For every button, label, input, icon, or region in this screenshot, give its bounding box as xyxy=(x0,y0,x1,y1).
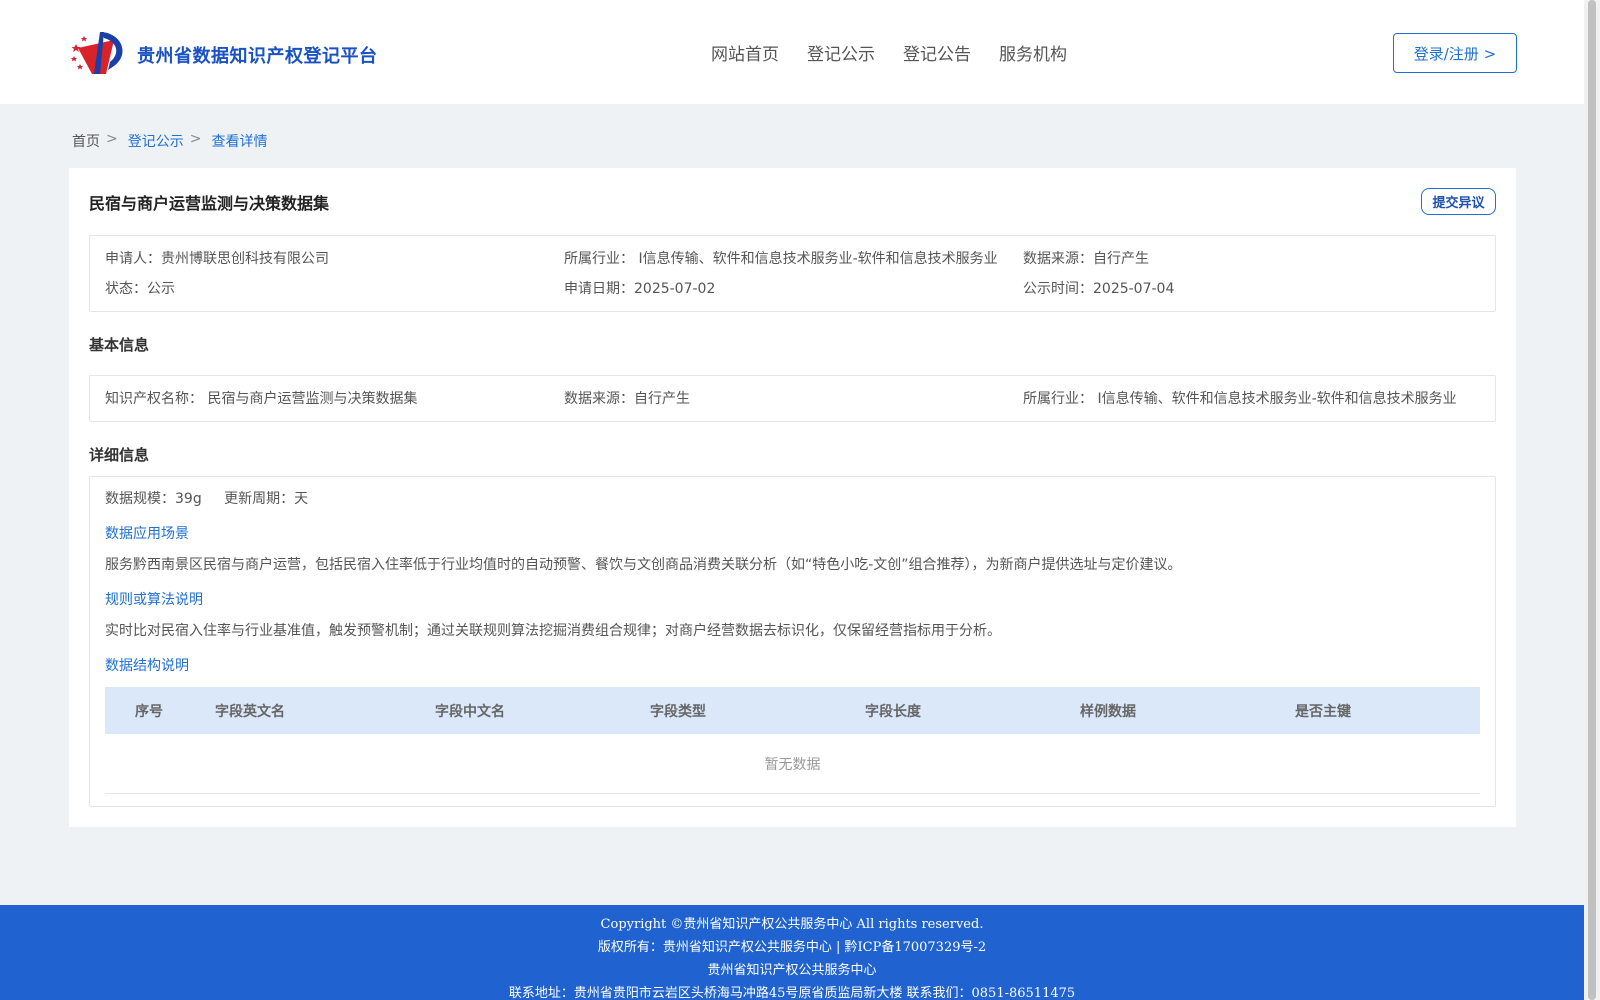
basic-industry-field: 所属行业： I信息传输、软件和信息技术服务业-软件和信息技术服务业 xyxy=(1023,391,1457,407)
site-header: 贵州省数据知识产权登记平台 网站首页 登记公示 登记公告 服务机构 登录/注册 … xyxy=(0,0,1584,104)
field-structure-table: 序号 字段英文名 字段中文名 字段类型 字段长度 样例数据 是否主键 暂无数据 xyxy=(105,687,1480,794)
record-title: 民宿与商户运营监测与决策数据集 xyxy=(89,194,330,213)
col-field-length: 字段长度 xyxy=(865,703,921,720)
nav-registration-announcement[interactable]: 登记公告 xyxy=(903,40,971,65)
col-sample-data: 样例数据 xyxy=(1080,703,1136,720)
detail-card: 民宿与商户运营监测与决策数据集 提交异议 申请人：贵州博联思创科技有限公司 所属… xyxy=(69,168,1516,827)
nav-registration-publicity[interactable]: 登记公示 xyxy=(807,40,875,65)
col-chinese-name: 字段中文名 xyxy=(435,703,505,720)
structure-heading: 数据结构说明 xyxy=(105,658,189,674)
footer-org: 贵州省知识产权公共服务中心 xyxy=(707,963,877,978)
scenario-text: 服务黔西南景区民宿与商户运营，包括民宿入住率低于行业均值时的自动预警、餐饮与文创… xyxy=(105,557,1182,573)
data-scale-field: 数据规模：39g 更新周期：天 xyxy=(105,488,308,508)
table-empty-state: 暂无数据 xyxy=(105,734,1480,794)
basic-info-box: 知识产权名称： 民宿与商户运营监测与决策数据集 数据来源：自行产生 所属行业： … xyxy=(89,375,1496,422)
industry-field: 所属行业： I信息传输、软件和信息技术服务业-软件和信息技术服务业 xyxy=(564,251,998,267)
breadcrumb-separator: > xyxy=(189,131,202,147)
basic-info-heading: 基本信息 xyxy=(89,336,150,354)
site-logo-icon[interactable] xyxy=(70,26,130,78)
table-header-row: 序号 字段英文名 字段中文名 字段类型 字段长度 样例数据 是否主键 xyxy=(105,687,1480,734)
breadcrumb-separator: > xyxy=(106,131,118,147)
nav-home[interactable]: 网站首页 xyxy=(711,40,779,65)
breadcrumb-list[interactable]: 登记公示 xyxy=(128,131,184,151)
update-cycle-text: 更新周期：天 xyxy=(224,491,309,507)
status-field: 状态：公示 xyxy=(105,281,175,297)
applicant-field: 申请人：贵州博联思创科技有限公司 xyxy=(105,251,329,267)
col-field-type: 字段类型 xyxy=(650,703,706,720)
breadcrumb-current[interactable]: 查看详情 xyxy=(211,131,267,151)
data-source-field: 数据来源：自行产生 xyxy=(1023,251,1149,267)
login-register-button[interactable]: 登录/注册 > xyxy=(1393,33,1517,73)
submit-objection-button[interactable]: 提交异议 xyxy=(1421,188,1496,215)
data-scale-text: 数据规模：39g xyxy=(105,491,202,507)
apply-date-field: 申请日期：2025-07-02 xyxy=(564,281,716,297)
vertical-scrollbar[interactable] xyxy=(1584,0,1600,1000)
breadcrumb-home[interactable]: 首页 xyxy=(72,131,100,151)
publish-time-field: 公示时间：2025-07-04 xyxy=(1023,281,1175,297)
breadcrumb: 首页 > 登记公示 > 查看详情 xyxy=(72,131,267,151)
detail-info-heading: 详细信息 xyxy=(89,446,150,464)
scenario-heading: 数据应用场景 xyxy=(105,526,189,542)
col-english-name: 字段英文名 xyxy=(215,703,285,720)
algorithm-heading: 规则或算法说明 xyxy=(105,592,203,608)
basic-data-source-field: 数据来源：自行产生 xyxy=(564,391,690,407)
algorithm-text: 实时比对民宿入住率与行业基准值，触发预警机制；通过关联规则算法挖掘消费组合规律；… xyxy=(105,623,1001,639)
main-nav: 网站首页 登记公示 登记公告 服务机构 xyxy=(711,40,1067,65)
detail-info-box: 数据规模：39g 更新周期：天 数据应用场景 服务黔西南景区民宿与商户运营，包括… xyxy=(89,476,1496,807)
col-index: 序号 xyxy=(135,703,163,720)
site-title[interactable]: 贵州省数据知识产权登记平台 xyxy=(137,42,378,68)
nav-service-agencies[interactable]: 服务机构 xyxy=(999,40,1067,65)
col-primary-key: 是否主键 xyxy=(1295,703,1351,720)
footer-rights: 版权所有：贵州省知识产权公共服务中心 | 黔ICP备17007329号-2 xyxy=(597,940,987,955)
ip-name-field: 知识产权名称： 民宿与商户运营监测与决策数据集 xyxy=(105,391,418,407)
scrollbar-thumb[interactable] xyxy=(1588,0,1596,1000)
summary-box: 申请人：贵州博联思创科技有限公司 所属行业： I信息传输、软件和信息技术服务业-… xyxy=(89,235,1496,312)
site-footer: Copyright ©贵州省知识产权公共服务中心 All rights rese… xyxy=(0,905,1584,1000)
footer-contact: 联系地址：贵州省贵阳市云岩区头桥海马冲路45号原省质监局新大楼 联系我们：085… xyxy=(508,986,1076,1000)
footer-copyright: Copyright ©贵州省知识产权公共服务中心 All rights rese… xyxy=(600,917,984,932)
